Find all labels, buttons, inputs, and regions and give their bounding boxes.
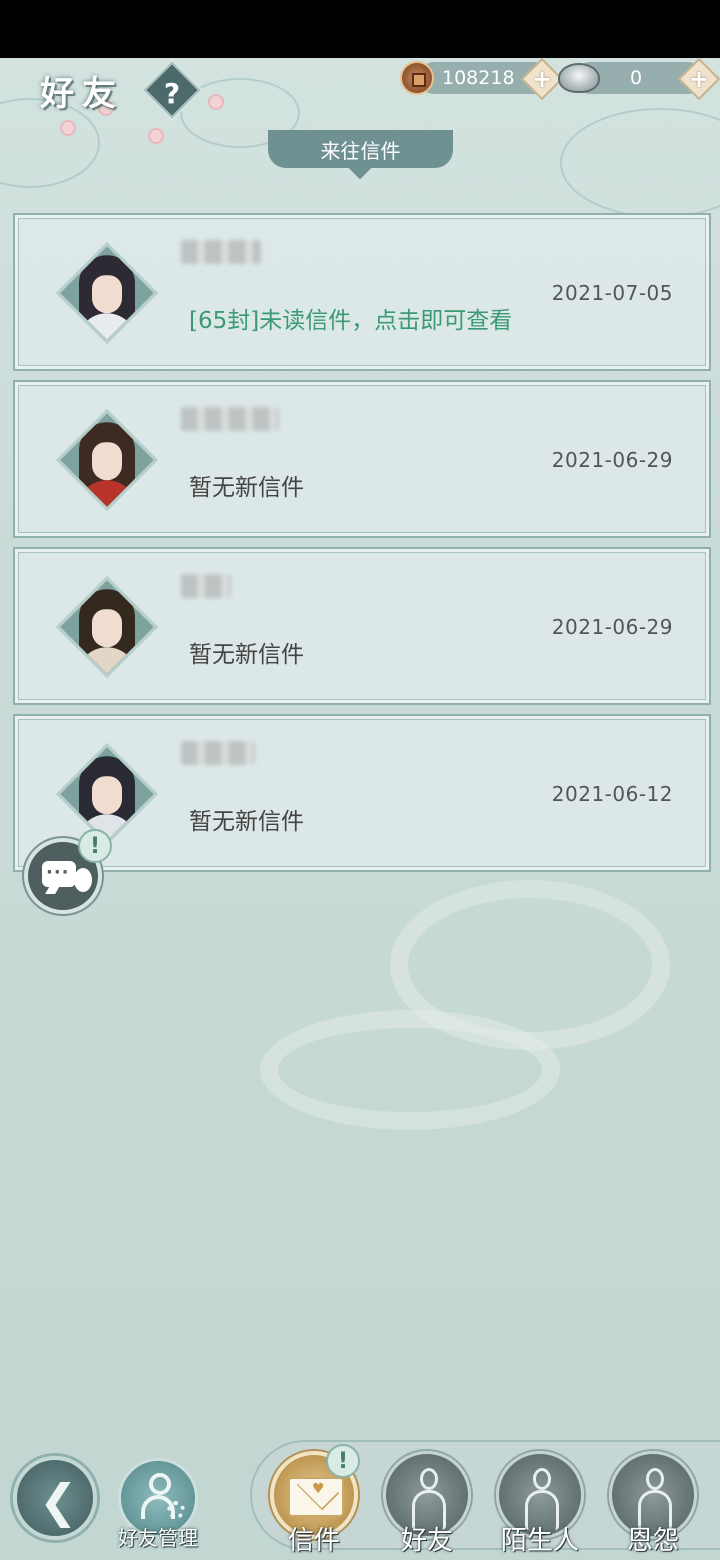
- mail-date: 2021-07-05: [551, 281, 673, 305]
- mail-list: [65封]未读信件，点击即可查看 2021-07-05 暂无新信件 2021-0…: [13, 213, 711, 881]
- plus-icon: +: [688, 65, 710, 93]
- tab-grudges-label: 恩怨: [626, 1526, 679, 1556]
- copper-amount: 108218: [442, 67, 515, 89]
- sender-name-blurred: [181, 240, 261, 264]
- section-header-mail: 来往信件: [268, 130, 453, 168]
- mail-card[interactable]: 暂无新信件 2021-06-12: [13, 714, 711, 872]
- avatar: [56, 743, 158, 845]
- silver-amount: 0: [630, 67, 643, 89]
- background-river-decoration: [260, 1010, 560, 1130]
- back-button[interactable]: ❮: [13, 1456, 97, 1540]
- mail-date: 2021-06-29: [551, 448, 673, 472]
- sender-name-blurred: [181, 574, 231, 598]
- avatar: [56, 242, 158, 344]
- mail-status: [65封]未读信件，点击即可查看: [189, 308, 513, 334]
- mail-status: 暂无新信件: [189, 475, 304, 501]
- tab-strangers-label: 陌生人: [500, 1526, 579, 1556]
- back-arrow-icon: ❮: [39, 1474, 78, 1528]
- gourd-icon: [74, 868, 92, 892]
- tab-mail-badge: !: [326, 1444, 360, 1478]
- sender-name-blurred: [181, 741, 255, 765]
- envelope-icon: ♥: [288, 1477, 344, 1517]
- status-bar: [0, 0, 720, 58]
- mail-status: 暂无新信件: [189, 642, 304, 668]
- tab-mail-label: 信件: [287, 1526, 340, 1556]
- avatar: [56, 576, 158, 678]
- mail-status: 暂无新信件: [189, 809, 304, 835]
- tab-friends-label: 好友: [400, 1526, 453, 1556]
- silver-ingot-icon: [558, 63, 600, 93]
- user-settings-icon: [141, 1471, 185, 1521]
- mail-date: 2021-06-29: [551, 615, 673, 639]
- mail-date: 2021-06-12: [551, 782, 673, 806]
- avatar: [56, 409, 158, 511]
- page-title: 好友: [40, 74, 124, 114]
- mail-card[interactable]: 暂无新信件 2021-06-29: [13, 380, 711, 538]
- mail-card[interactable]: [65封]未读信件，点击即可查看 2021-07-05: [13, 213, 711, 371]
- plus-icon: +: [531, 65, 553, 93]
- sender-name-blurred: [181, 407, 279, 431]
- ellipsis-icon: ···: [46, 862, 70, 883]
- question-icon: ?: [163, 76, 181, 110]
- friend-manage-label: 好友管理: [118, 1526, 198, 1550]
- mail-card[interactable]: 暂无新信件 2021-06-29: [13, 547, 711, 705]
- copper-coin-icon: [400, 61, 434, 95]
- chat-alert-badge: !: [78, 829, 112, 863]
